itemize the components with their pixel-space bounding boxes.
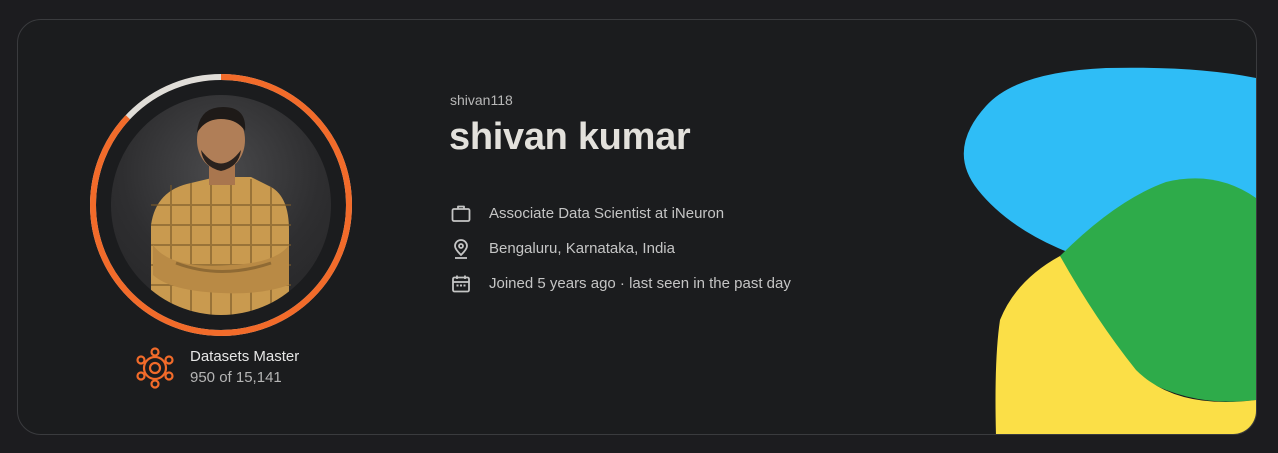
location-pin-icon	[454, 238, 468, 259]
joined-text: Joined 5 years ago · last seen in the pa…	[489, 275, 791, 292]
location-row: Bengaluru, Karnataka, India	[450, 231, 791, 266]
datasets-master-icon	[136, 347, 174, 389]
tier-badge[interactable]: Datasets Master 950 of 15,141	[134, 347, 299, 389]
display-name: shivan kumar	[449, 116, 691, 158]
profile-photo	[111, 95, 331, 315]
tier-progress: 950 of 15,141	[190, 369, 282, 386]
location-text: Bengaluru, Karnataka, India	[489, 240, 675, 257]
calendar-icon	[452, 275, 470, 292]
occupation-row: Associate Data Scientist at iNeuron	[450, 196, 791, 231]
joined-row: Joined 5 years ago · last seen in the pa…	[450, 266, 791, 301]
username: shivan118	[450, 92, 513, 108]
tier-title: Datasets Master	[190, 348, 300, 365]
person-illustration	[151, 107, 291, 315]
profile-card: Datasets Master 950 of 15,141 shivan118 …	[17, 19, 1257, 435]
avatar[interactable]	[89, 73, 353, 337]
briefcase-icon	[451, 205, 471, 222]
occupation-text: Associate Data Scientist at iNeuron	[489, 205, 725, 222]
profile-info-list: Associate Data Scientist at iNeuron Beng…	[450, 196, 791, 301]
decorative-color-blob	[963, 67, 1256, 434]
